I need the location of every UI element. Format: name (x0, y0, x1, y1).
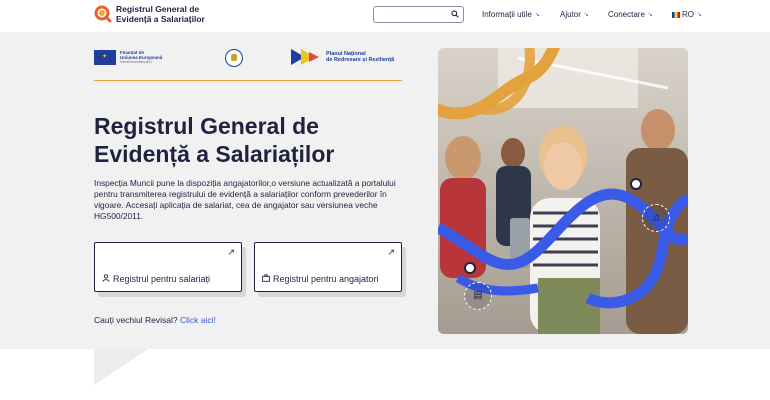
user-icon (102, 274, 110, 284)
music-note-icon: ♫ (642, 204, 670, 232)
employer-register-label: Registrul pentru angajatori (262, 274, 379, 284)
language-label: RO (682, 10, 694, 19)
site-header: Registrul General de Evidență a Salariaț… (0, 0, 770, 32)
chevron-down-icon: ↘ (583, 12, 589, 18)
logo-line-2: Evidență a Salariaților (116, 14, 205, 24)
logo-line-1: Registrul General de (116, 4, 200, 14)
employer-register-button[interactable]: ↗ Registrul pentru angajatori (254, 242, 402, 292)
eu-funding-text: Finanțat de Uniunea Europeană NextGenera… (120, 50, 162, 65)
language-selector[interactable]: RO ↘ (672, 10, 702, 19)
logo-magnifier-icon (94, 5, 112, 23)
nav-ajutor[interactable]: Ajutor ↘ (560, 10, 589, 19)
nav-informatii-utile[interactable]: Informații utile ↘ (482, 10, 540, 19)
page-description: Inspecția Muncii pune la dispoziția anga… (94, 178, 396, 221)
revisal-link[interactable]: Click aici! (180, 315, 216, 325)
briefcase-icon (262, 274, 270, 284)
nav-label: Conectare (608, 10, 645, 19)
nav-conectare[interactable]: Conectare ↘ (608, 10, 653, 19)
chevron-down-icon: ↘ (534, 12, 540, 18)
chevron-down-icon: ↘ (647, 12, 653, 18)
nav-label: Ajutor (560, 10, 581, 19)
eu-line-3: NextGenerationEU (120, 60, 152, 64)
search-icon[interactable] (451, 10, 459, 20)
book-icon: ▤ (464, 282, 492, 310)
decorative-triangle (94, 349, 148, 385)
employee-register-button[interactable]: ↗ Registrul pentru salariați (94, 242, 242, 292)
nav-label: Informații utile (482, 10, 532, 19)
hero-photo: ♫ ▤ (438, 48, 688, 334)
arrow-up-right-icon: ↗ (387, 247, 395, 257)
employee-register-text: Registrul pentru salariați (113, 274, 211, 284)
arrow-up-right-icon: ↗ (227, 247, 235, 257)
orange-divider (94, 80, 402, 81)
eu-flag-icon (94, 50, 116, 65)
page-title-line-2: Evidență a Salariaților (94, 141, 335, 167)
romania-flag-icon (672, 11, 680, 18)
pnrr-text: Planul Național de Redresare și Rezilien… (326, 51, 394, 64)
site-logo[interactable]: Registrul General de Evidență a Salariaț… (94, 4, 205, 24)
pnrr-logo: Planul Național de Redresare și Rezilien… (291, 48, 394, 66)
employer-register-text: Registrul pentru angajatori (273, 274, 379, 284)
revisal-text: Cauți vechiul Revisal? (94, 315, 178, 325)
pnrr-arrow-icon (291, 48, 323, 66)
page-title: Registrul General de Evidență a Salariaț… (94, 112, 414, 168)
search-input[interactable] (373, 6, 464, 23)
employee-register-label: Registrul pentru salariați (102, 274, 210, 284)
pnrr-line-2: de Redresare și Reziliență (326, 57, 395, 63)
old-revisal-prompt: Cauți vechiul Revisal? Click aici! (94, 315, 216, 325)
page-title-line-1: Registrul General de (94, 113, 319, 139)
eu-funding-logo: Finanțat de Uniunea Europeană NextGenera… (94, 50, 162, 65)
logo-text: Registrul General de Evidență a Salariaț… (116, 4, 205, 24)
chevron-down-icon: ↘ (697, 12, 703, 18)
government-emblem-icon (225, 49, 243, 67)
partner-logos: Finanțat de Uniunea Europeană NextGenera… (94, 48, 402, 70)
